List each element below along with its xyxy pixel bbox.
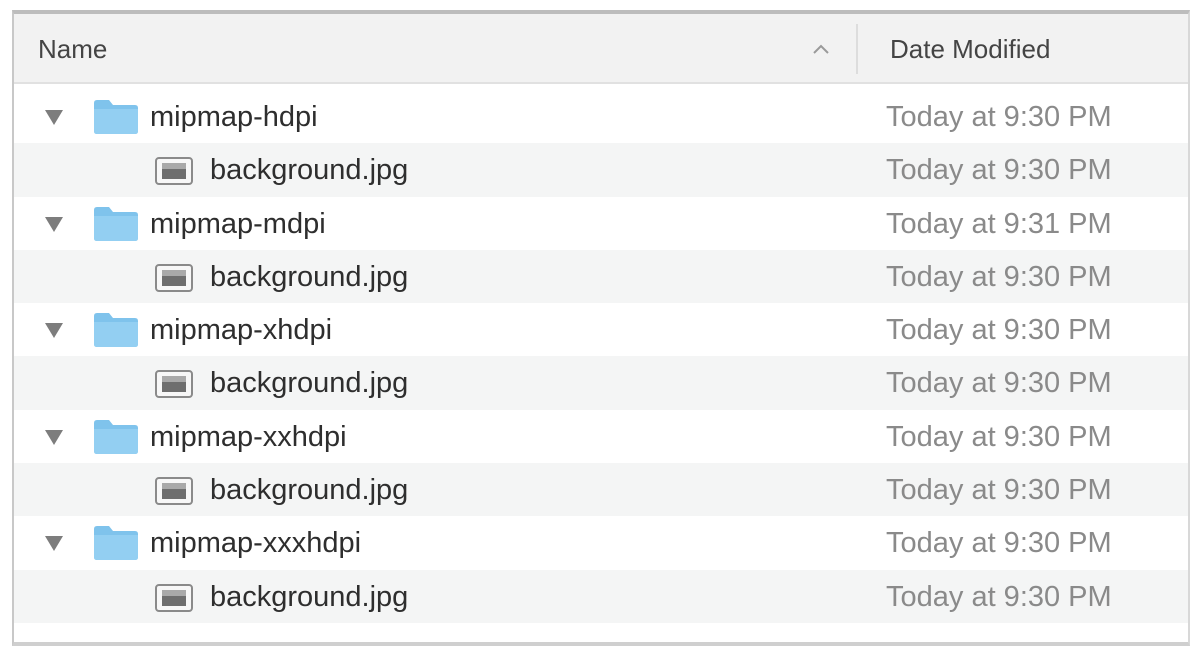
date-modified-value: Today at 9:30 PM	[886, 101, 1112, 133]
date-modified-value: Today at 9:30 PM	[886, 580, 1112, 613]
file-name: background.jpg	[210, 260, 409, 293]
column-divider[interactable]	[856, 24, 858, 74]
name-column-header[interactable]: Name	[38, 34, 107, 65]
image-file-icon	[155, 477, 193, 506]
file-name: background.jpg	[210, 367, 409, 400]
folder-icon	[94, 100, 138, 134]
folder-row[interactable]: mipmap-hdpi Today at 9:30 PM	[14, 90, 1188, 143]
image-file-icon	[155, 583, 193, 612]
column-header-bar: Name Date Modified	[14, 14, 1188, 84]
folder-row[interactable]: mipmap-xhdpi Today at 9:30 PM	[14, 303, 1188, 356]
folder-name: mipmap-mdpi	[150, 207, 326, 240]
folder-row[interactable]: mipmap-xxhdpi Today at 9:30 PM	[14, 410, 1188, 463]
image-file-icon	[155, 157, 193, 186]
file-row[interactable]: background.jpg Today at 9:30 PM	[14, 249, 1188, 304]
folder-icon	[94, 206, 138, 241]
date-modified-value: Today at 9:30 PM	[886, 367, 1112, 400]
date-modified-value: Today at 9:30 PM	[886, 527, 1112, 560]
folder-icon	[94, 419, 138, 454]
folder-row[interactable]: mipmap-xxxhdpi Today at 9:30 PM	[14, 516, 1188, 569]
disclosure-triangle-icon[interactable]	[44, 321, 64, 339]
sort-ascending-icon[interactable]	[812, 42, 830, 56]
folder-icon	[94, 526, 138, 561]
disclosure-triangle-icon[interactable]	[44, 108, 64, 126]
folder-name: mipmap-xhdpi	[150, 314, 333, 347]
folder-row[interactable]: mipmap-mdpi Today at 9:31 PM	[14, 197, 1188, 250]
date-modified-value: Today at 9:30 PM	[886, 420, 1112, 453]
file-row[interactable]: background.jpg Today at 9:30 PM	[14, 143, 1188, 197]
file-list: mipmap-hdpi Today at 9:30 PM background.…	[14, 90, 1188, 623]
file-name: background.jpg	[210, 580, 409, 613]
file-row[interactable]: background.jpg Today at 9:30 PM	[14, 356, 1188, 410]
disclosure-triangle-icon[interactable]	[44, 215, 64, 233]
folder-name: mipmap-hdpi	[150, 101, 318, 133]
folder-icon	[94, 313, 138, 348]
date-modified-value: Today at 9:30 PM	[886, 474, 1112, 507]
date-modified-value: Today at 9:30 PM	[886, 260, 1112, 293]
disclosure-triangle-icon[interactable]	[44, 428, 64, 446]
file-row[interactable]: background.jpg Today at 9:30 PM	[14, 569, 1188, 623]
disclosure-triangle-icon[interactable]	[44, 534, 64, 552]
file-row[interactable]: background.jpg Today at 9:30 PM	[14, 463, 1188, 517]
image-file-icon	[155, 263, 193, 292]
file-name: background.jpg	[210, 154, 409, 187]
date-modified-value: Today at 9:31 PM	[886, 207, 1112, 240]
file-name: background.jpg	[210, 474, 409, 507]
date-modified-value: Today at 9:30 PM	[886, 314, 1112, 347]
date-modified-value: Today at 9:30 PM	[886, 154, 1112, 187]
image-file-icon	[155, 370, 193, 399]
date-modified-column-header[interactable]: Date Modified	[890, 34, 1050, 65]
folder-name: mipmap-xxxhdpi	[150, 527, 362, 560]
folder-name: mipmap-xxhdpi	[150, 420, 347, 453]
finder-list-view: Name Date Modified mipmap-hdpi Today at …	[12, 10, 1190, 646]
